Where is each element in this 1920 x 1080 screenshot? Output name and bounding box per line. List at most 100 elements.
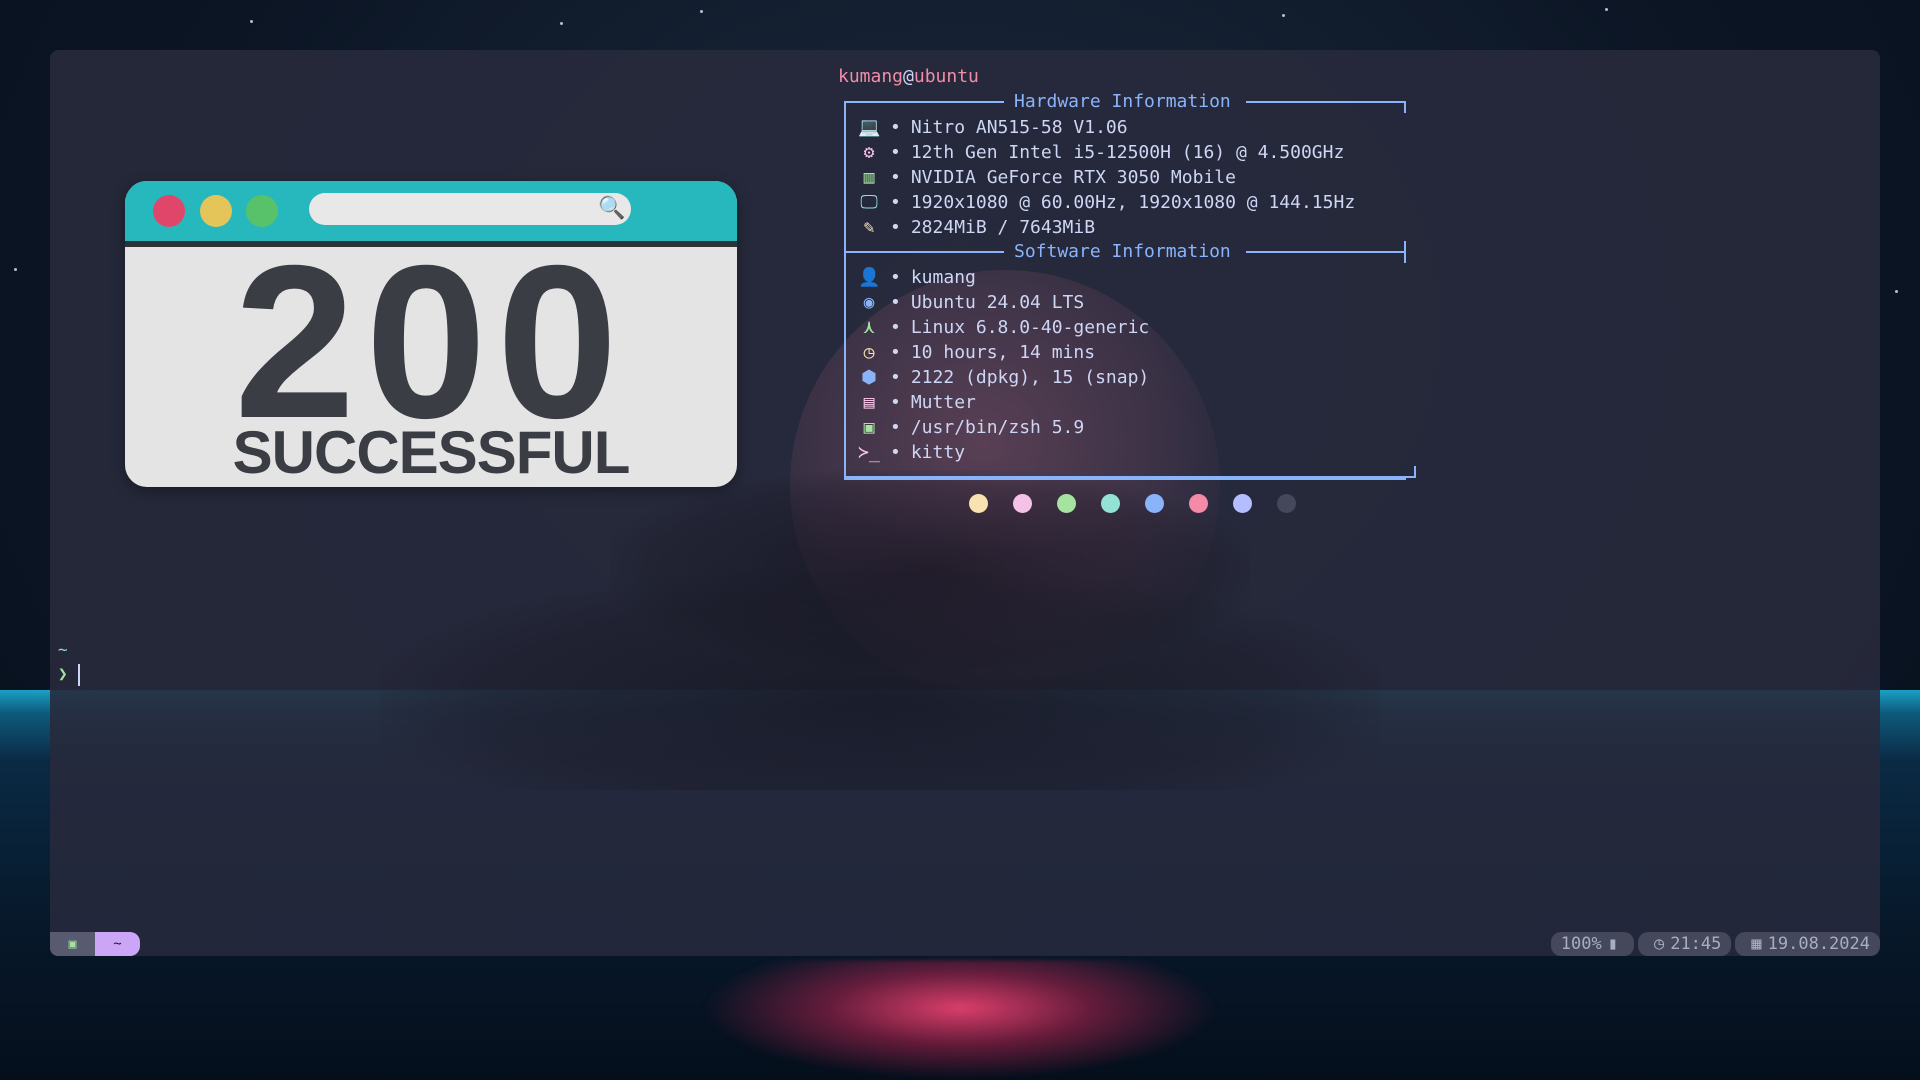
bullet: •: [890, 217, 901, 238]
software-row: ⬢ • 2122 (dpkg), 15 (snap): [858, 365, 1149, 390]
clock-icon: ◷: [863, 342, 875, 363]
software-row: 👤 • kumang: [858, 265, 976, 290]
username: kumang: [838, 66, 904, 87]
star: [560, 22, 563, 25]
date-widget: ▦ 19.08.2024: [1735, 932, 1880, 956]
status-word: SUCCESSFUL: [232, 419, 631, 486]
memory-icon: ✎: [863, 217, 875, 238]
user-icon: 👤: [858, 267, 881, 288]
battery-icon: ▮: [1607, 934, 1618, 954]
cpu-icon: ⚙: [863, 142, 875, 163]
software-value: Ubuntu 24.04 LTS: [910, 292, 1085, 313]
hardware-frame-left: [844, 101, 1004, 103]
search-icon: 🔍: [598, 196, 626, 221]
hardware-value: 1920x1080 @ 60.00Hz, 1920x1080 @ 144.15H…: [910, 192, 1356, 213]
status-widgets: 100% ▮ ◷ 21:45 ▦ 19.08.2024: [1550, 932, 1880, 956]
frame-bottom: [844, 476, 1416, 478]
star: [250, 20, 253, 23]
software-row: ⋏ • Linux 6.8.0-40-generic: [858, 315, 1150, 340]
hardware-frame-right: [1246, 101, 1406, 103]
prompt-cwd: ~: [58, 640, 68, 659]
hardware-row: 🖵 • 1920x1080 @ 60.00Hz, 1920x1080 @ 144.1…: [858, 190, 1355, 215]
hardware-value: 12th Gen Intel i5-12500H (16) @ 4.500GHz: [910, 142, 1345, 163]
kernel-icon: ⋏: [863, 317, 875, 338]
palette-dot: [1057, 494, 1076, 513]
software-value: Linux 6.8.0-40-generic: [910, 317, 1150, 338]
bullet: •: [890, 167, 901, 188]
calendar-icon: ▦: [1751, 934, 1762, 954]
battery-level: 100%: [1560, 934, 1602, 954]
hardware-row: ✎ • 2824MiB / 7643MiB: [858, 215, 1096, 240]
palette-dot: [1189, 494, 1208, 513]
ubuntu-icon: ◉: [863, 292, 875, 313]
terminal-tab-icon[interactable]: ▣: [50, 932, 95, 956]
software-row: ≻_ • kitty: [858, 440, 965, 465]
user-host: kumang@ubuntu: [838, 66, 979, 87]
status-200-image: 🔍 200 SUCCESSFUL: [125, 181, 737, 487]
palette-dot: [1277, 494, 1296, 513]
bullet: •: [890, 367, 901, 388]
palette-dot: [1145, 494, 1164, 513]
frame-tick: [1404, 241, 1406, 263]
date-value: 19.08.2024: [1767, 934, 1870, 954]
at-sign: @: [903, 66, 914, 87]
text-cursor[interactable]: [78, 664, 80, 686]
star: [700, 10, 703, 13]
software-value: /usr/bin/zsh 5.9: [910, 417, 1085, 438]
palette-dot: [1013, 494, 1032, 513]
gpu-icon: ▥: [863, 167, 875, 188]
bullet: •: [890, 342, 901, 363]
star: [14, 268, 17, 271]
window-manager-icon: ▤: [863, 392, 875, 413]
bullet: •: [890, 267, 901, 288]
tab-bar: ▣ ~: [50, 932, 140, 956]
hostname: ubuntu: [913, 66, 979, 87]
palette-dot: [1101, 494, 1120, 513]
software-value: kumang: [910, 267, 976, 288]
star: [1605, 8, 1608, 11]
moon-reflection: [700, 960, 1220, 1080]
bullet: •: [890, 117, 901, 138]
hardware-section-title: Hardware Information: [1014, 91, 1231, 112]
battery-widget: 100% ▮: [1550, 932, 1634, 956]
bullet: •: [890, 317, 901, 338]
bullet: •: [890, 142, 901, 163]
tab-home[interactable]: ~: [95, 932, 140, 956]
frame-tick: [1404, 101, 1406, 113]
software-section-title: Software Information: [1014, 241, 1231, 262]
bullet: •: [890, 417, 901, 438]
hardware-value: 2824MiB / 7643MiB: [910, 217, 1096, 238]
software-row: ◉ • Ubuntu 24.04 LTS: [858, 290, 1085, 315]
hardware-row: ▥ • NVIDIA GeForce RTX 3050 Mobile: [858, 165, 1236, 190]
bullet: •: [890, 292, 901, 313]
clock-icon: ◷: [1653, 934, 1665, 954]
star: [1895, 290, 1898, 293]
software-row: ▣ • /usr/bin/zsh 5.9: [858, 415, 1085, 440]
laptop-icon: 💻: [858, 117, 881, 138]
terminal-window[interactable]: 🔍 200 SUCCESSFUL kumang@ubuntu Hardware …: [50, 50, 1880, 956]
hardware-value: NVIDIA GeForce RTX 3050 Mobile: [910, 167, 1236, 188]
software-value: kitty: [910, 442, 966, 463]
hardware-row: 💻 • Nitro AN515-58 V1.06: [858, 115, 1128, 140]
prompt-symbol: ❯: [58, 664, 68, 683]
hardware-value: Nitro AN515-58 V1.06: [910, 117, 1128, 138]
close-dot: [153, 195, 185, 227]
palette-dot: [1233, 494, 1252, 513]
shell-icon: ▣: [863, 417, 875, 438]
software-row: ▤ • Mutter: [858, 390, 976, 415]
clock-time: 21:45: [1670, 934, 1722, 954]
terminal-icon: ≻_: [858, 442, 880, 463]
bullet: •: [890, 392, 901, 413]
bullet: •: [890, 442, 901, 463]
software-value: Mutter: [910, 392, 976, 413]
star: [1282, 14, 1285, 17]
bullet: •: [890, 192, 901, 213]
wallpaper-water: [50, 700, 1880, 956]
minimize-dot: [200, 195, 232, 227]
clock-widget: ◷ 21:45: [1637, 932, 1732, 956]
hardware-row: ⚙ • 12th Gen Intel i5-12500H (16) @ 4.500G…: [858, 140, 1345, 165]
software-frame-right: [1246, 251, 1406, 253]
software-value: 2122 (dpkg), 15 (snap): [910, 367, 1150, 388]
monitor-icon: 🖵: [860, 192, 878, 213]
package-icon: ⬢: [861, 367, 877, 388]
